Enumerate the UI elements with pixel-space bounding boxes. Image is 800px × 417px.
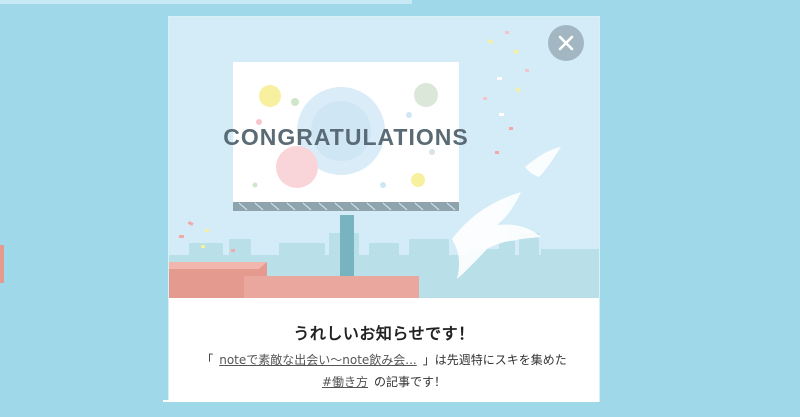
hero-scene: CONGRATULATIONS bbox=[169, 31, 599, 298]
backdrop-highlight bbox=[0, 0, 412, 4]
message-suffix: の記事です！ bbox=[374, 375, 447, 389]
modal-bottom-edge bbox=[163, 400, 599, 402]
close-button[interactable] bbox=[548, 25, 584, 61]
modal-title: うれしいお知らせです！ bbox=[293, 324, 475, 343]
close-icon bbox=[558, 35, 574, 51]
article-link[interactable]: noteで素敵な出会い〜note飲み会... bbox=[219, 353, 417, 367]
quote-close-text: 」は先週特にスキを集めた bbox=[422, 353, 567, 367]
backdrop-edge bbox=[0, 245, 4, 283]
billboard-pole bbox=[340, 215, 354, 277]
message-line-1: 「 noteで素敵な出会い〜note飲み会... 」は先週特にスキを集めた bbox=[169, 351, 599, 368]
message-section: うれしいお知らせです！ 「 noteで素敵な出会い〜note飲み会... 」は先週特… bbox=[169, 298, 599, 401]
message-line-2: #働き方 の記事です！ bbox=[169, 373, 599, 390]
billboard-text: CONGRATULATIONS bbox=[223, 124, 468, 150]
hero-illustration: CONGRATULATIONS bbox=[169, 17, 599, 298]
billboard-truss bbox=[233, 202, 459, 211]
quote-open: 「 bbox=[201, 353, 214, 367]
hashtag-link[interactable]: #働き方 bbox=[322, 375, 368, 389]
congratulations-modal: CONGRATULATIONS うれしいお知らせです！ 「 noteで素敵な出会… bbox=[169, 17, 599, 401]
